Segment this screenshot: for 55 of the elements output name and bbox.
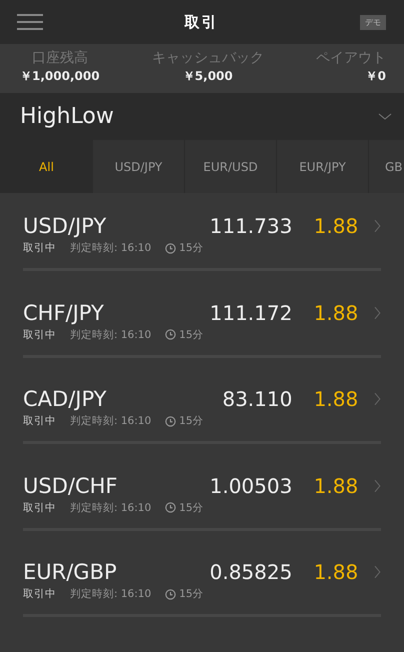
clock-icon: [165, 416, 176, 426]
payout-rate: 1.88: [312, 300, 358, 324]
chevron-right-icon[interactable]: [374, 219, 381, 233]
clock-icon: [165, 242, 176, 254]
summary-value: ￥0: [366, 68, 386, 85]
summary-label: ペイアウト: [316, 50, 386, 67]
screen-title: 取引: [184, 12, 218, 32]
status-text: 取引中: [23, 500, 56, 514]
summary-value: ￥5,000: [182, 68, 233, 85]
deadline-text: 判定時刻: 16:10: [70, 328, 152, 342]
demo-badge: デモ: [360, 14, 386, 30]
rate-value: 111.733: [208, 214, 292, 238]
summary-value: ￥1,000,000: [20, 68, 100, 85]
chevron-right-icon[interactable]: [374, 478, 381, 492]
currency-tab[interactable]: EUR/JPY: [276, 140, 368, 193]
currency-pair: CAD/JPY: [23, 387, 108, 411]
menu-icon[interactable]: [17, 13, 43, 31]
chevron-right-icon[interactable]: [374, 392, 381, 406]
status-text: 取引中: [23, 241, 56, 255]
status-text: 取引中: [23, 414, 56, 428]
deadline-text: 判定時刻: 16:10: [70, 414, 152, 428]
duration-text: 15分: [179, 414, 204, 428]
duration-text: 15分: [179, 241, 204, 255]
summary-label: キャッシュバック: [152, 50, 264, 67]
rate-value: 111.172: [208, 300, 292, 324]
summary-label: 口座残高: [32, 50, 88, 67]
clock-icon: [165, 588, 176, 600]
deadline-text: 判定時刻: 16:10: [70, 500, 152, 514]
currency-tab[interactable]: USD/JPY: [92, 140, 184, 193]
payout-rate: 1.88: [312, 474, 358, 498]
payout-rate: 1.88: [312, 387, 358, 411]
currency-tab[interactable]: EUR/USD: [184, 140, 276, 193]
duration-text: 15分: [179, 587, 204, 601]
rate-value: 1.00503: [208, 474, 292, 498]
product-selector[interactable]: HighLow: [0, 93, 404, 140]
status-text: 取引中: [23, 328, 56, 342]
payout-rate: 1.88: [312, 214, 358, 238]
currency-pair: EUR/GBP: [23, 560, 118, 584]
clock-icon: [165, 502, 176, 513]
payout-rate: 1.88: [312, 560, 358, 584]
chevron-right-icon[interactable]: [374, 565, 381, 579]
deadline-text: 判定時刻: 16:10: [70, 587, 152, 601]
rate-value: 83.110: [221, 387, 292, 411]
currency-pair: USD/JPY: [23, 214, 108, 238]
chevron-down-icon: [378, 113, 392, 120]
currency-pair: USD/CHF: [23, 474, 118, 498]
chevron-right-icon[interactable]: [374, 306, 381, 320]
duration-text: 15分: [179, 328, 204, 342]
duration-text: 15分: [179, 500, 204, 514]
clock-icon: [165, 329, 176, 340]
deadline-text: 判定時刻: 16:10: [70, 241, 152, 255]
status-text: 取引中: [23, 587, 56, 601]
currency-pair: CHF/JPY: [23, 300, 105, 324]
rate-value: 0.85825: [208, 560, 292, 584]
currency-tab[interactable]: GB: [368, 140, 404, 193]
